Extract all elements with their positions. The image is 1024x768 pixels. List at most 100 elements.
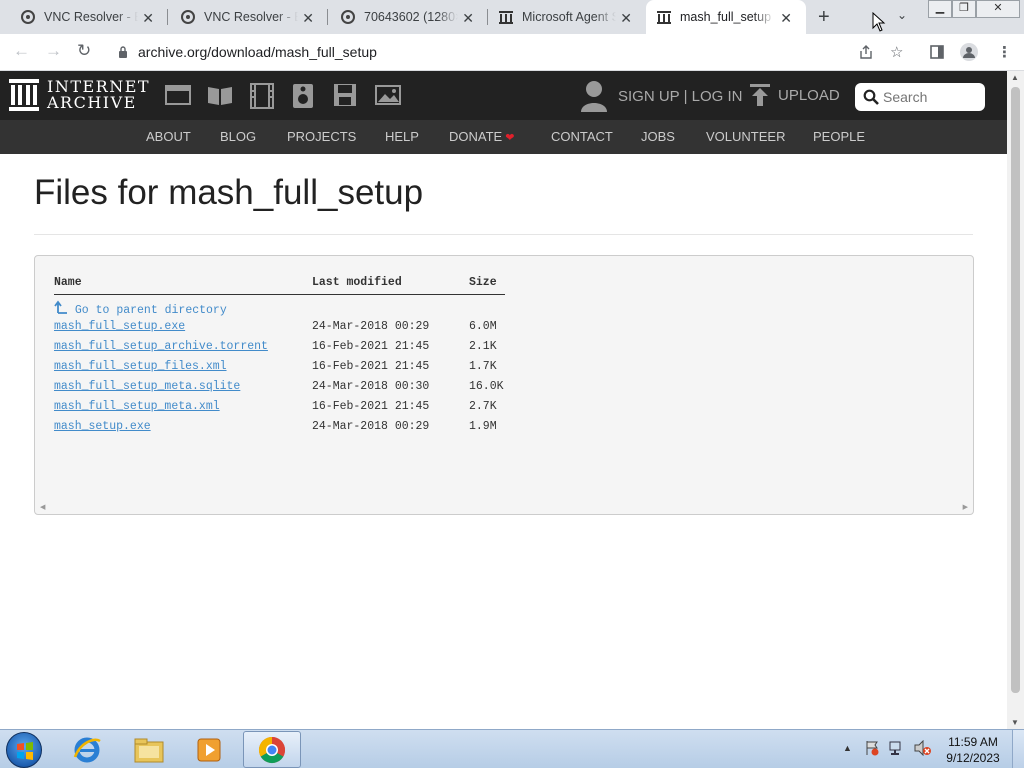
vnc-icon	[181, 10, 195, 24]
audio-icon[interactable]	[292, 83, 314, 109]
nav-jobs[interactable]: JOBS	[641, 129, 675, 144]
vnc-icon	[21, 10, 35, 24]
tab-search-chevron-icon[interactable]: ⌄	[897, 8, 907, 22]
search-icon[interactable]	[863, 89, 879, 105]
file-link[interactable]: mash_full_setup_meta.sqlite	[54, 380, 240, 393]
signup-login-text[interactable]: SIGN UP | LOG IN	[618, 88, 742, 105]
nav-people[interactable]: PEOPLE	[813, 129, 865, 144]
nav-donate-label[interactable]: DONATE	[449, 129, 502, 144]
close-tab-icon[interactable]: ✕	[780, 10, 792, 27]
web-icon[interactable]	[165, 83, 191, 107]
upload-icon	[750, 84, 770, 106]
forward-button[interactable]: →	[45, 41, 62, 61]
file-name-cell: mash_full_setup_files.xml	[54, 357, 312, 377]
browser-tab[interactable]: VNC Resolver - Br ✕	[0, 0, 168, 34]
ia-logo[interactable]: INTERNET ARCHIVE	[9, 79, 150, 111]
table-row: mash_full_setup_files.xml 16-Feb-2021 21…	[54, 357, 505, 377]
system-tray: ▲	[843, 740, 932, 756]
scroll-down-arrow[interactable]: ▼	[1011, 718, 1019, 727]
nav-blog[interactable]: BLOG	[220, 129, 256, 144]
new-tab-button[interactable]: +	[818, 6, 830, 29]
file-modified: 16-Feb-2021 21:45	[312, 360, 430, 373]
taskbar-file-explorer[interactable]	[120, 731, 178, 768]
action-center-flag-icon[interactable]	[864, 740, 880, 756]
nav-donate[interactable]: DONATE ❤	[449, 129, 514, 144]
lock-icon[interactable]	[118, 46, 128, 58]
close-tab-icon[interactable]: ✕	[620, 10, 632, 27]
address-bar[interactable]: archive.org/download/mash_full_setup	[108, 37, 884, 67]
back-button[interactable]: ←	[13, 41, 30, 61]
file-modified: 24-Mar-2018 00:29	[312, 420, 430, 433]
file-link[interactable]: mash_full_setup_files.xml	[54, 360, 227, 373]
upload-link[interactable]: UPLOAD	[750, 84, 840, 106]
nav-about[interactable]: ABOUT	[146, 129, 191, 144]
table-row: mash_full_setup.exe 24-Mar-2018 00:29 6.…	[54, 317, 505, 337]
nav-help[interactable]: HELP	[385, 129, 419, 144]
bookmark-star-icon[interactable]: ☆	[890, 43, 903, 61]
browser-tab[interactable]: VNC Resolver - Br ✕	[168, 0, 328, 34]
file-size: 16.0K	[469, 380, 504, 393]
url-text[interactable]: archive.org/download/mash_full_setup	[138, 44, 377, 60]
parent-directory-label[interactable]: Go to parent directory	[75, 304, 227, 317]
clock-time: 11:59 AM	[948, 735, 998, 749]
ia-secondary-nav: ABOUT BLOG PROJECTS HELP DONATE ❤ CONTACT…	[0, 120, 1007, 154]
minimize-button[interactable]: ▁	[928, 0, 952, 18]
column-header-name[interactable]: Name	[54, 276, 312, 295]
scroll-left-arrow[interactable]: ◀	[40, 503, 45, 511]
mouse-cursor-icon	[872, 12, 886, 32]
file-link[interactable]: mash_setup.exe	[54, 420, 151, 433]
up-arrow-icon	[54, 300, 67, 314]
file-link[interactable]: mash_full_setup_archive.torrent	[54, 340, 268, 353]
restore-button[interactable]: ❐	[952, 0, 976, 18]
window-close-button[interactable]: ✕	[976, 0, 1020, 18]
taskbar-media-player[interactable]	[180, 731, 238, 768]
tab-title: 70643602 (1280×	[364, 10, 458, 24]
share-icon[interactable]	[858, 44, 874, 60]
upload-text[interactable]: UPLOAD	[778, 87, 840, 104]
video-icon[interactable]	[249, 83, 275, 109]
scroll-up-arrow[interactable]: ▲	[1011, 73, 1019, 82]
file-link[interactable]: mash_full_setup.exe	[54, 320, 185, 333]
profile-icon[interactable]	[960, 43, 978, 61]
browser-tab-active[interactable]: mash_full_setup c ✕	[646, 0, 806, 34]
close-tab-icon[interactable]: ✕	[302, 10, 314, 27]
nav-projects[interactable]: PROJECTS	[287, 129, 356, 144]
file-size: 1.9M	[469, 420, 497, 433]
start-button[interactable]	[6, 732, 42, 768]
reload-button[interactable]: ↻	[77, 41, 91, 61]
nav-contact[interactable]: CONTACT	[551, 129, 613, 144]
side-panel-icon[interactable]	[930, 45, 944, 59]
taskbar-internet-explorer[interactable]	[58, 731, 116, 768]
taskbar-clock[interactable]: 11:59 AM 9/12/2023	[940, 734, 1006, 766]
file-size: 2.1K	[469, 340, 497, 353]
column-header-modified[interactable]: Last modified	[312, 276, 469, 295]
close-tab-icon[interactable]: ✕	[142, 10, 154, 27]
close-tab-icon[interactable]: ✕	[462, 10, 474, 27]
show-desktop-button[interactable]	[1012, 730, 1024, 768]
table-row: mash_full_setup_meta.sqlite 24-Mar-2018 …	[54, 377, 505, 397]
column-header-size[interactable]: Size	[469, 276, 505, 295]
images-icon[interactable]	[375, 83, 401, 107]
volume-muted-icon[interactable]	[914, 740, 932, 756]
menu-kebab-icon[interactable]: ⋮	[997, 43, 1012, 61]
taskbar-chrome[interactable]	[243, 731, 301, 768]
nav-volunteer[interactable]: VOLUNTEER	[706, 129, 785, 144]
network-icon[interactable]	[888, 740, 906, 756]
search-input[interactable]	[883, 89, 973, 105]
media-player-icon	[197, 738, 221, 761]
chrome-icon	[258, 736, 286, 763]
signup-login-link[interactable]: SIGN UP | LOG IN	[580, 80, 742, 112]
file-link[interactable]: mash_full_setup_meta.xml	[54, 400, 220, 413]
software-icon[interactable]	[333, 83, 357, 107]
parent-directory-link[interactable]: Go to parent directory	[54, 300, 227, 317]
file-name-cell: mash_full_setup.exe	[54, 317, 312, 337]
texts-icon[interactable]	[207, 83, 233, 107]
show-hidden-icons-icon[interactable]: ▲	[843, 743, 852, 753]
browser-tab[interactable]: 70643602 (1280× ✕	[328, 0, 488, 34]
vnc-icon	[341, 10, 355, 24]
page-scrollbar[interactable]: ▲ ▼	[1007, 71, 1024, 729]
browser-tab[interactable]: Microsoft Agent S ✕	[488, 0, 646, 34]
scroll-right-arrow[interactable]: ▶	[963, 503, 968, 511]
ia-search-box[interactable]	[855, 83, 985, 111]
scrollbar-thumb[interactable]	[1011, 87, 1020, 693]
